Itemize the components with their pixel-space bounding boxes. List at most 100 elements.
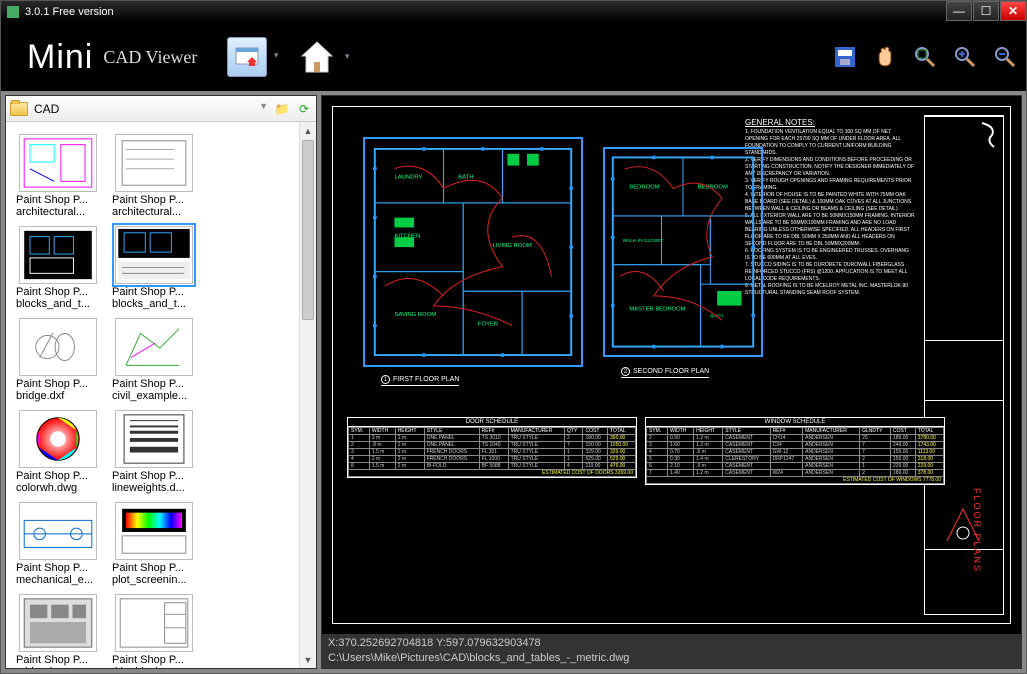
svg-text:WALK-IN CLOSET: WALK-IN CLOSET — [623, 238, 664, 244]
thumbnail-type: Paint Shop P... — [12, 286, 104, 298]
thumbnail-item[interactable]: Paint Shop P...blocks_and_t... — [12, 226, 104, 310]
thumbnail-grid: Paint Shop P...architectural...Paint Sho… — [6, 122, 316, 668]
file-browser: CAD ▼ 📁 ⟳ Paint Shop P...architectural..… — [5, 95, 317, 669]
door-schedule: DOOR SCHEDULE SYM.WIDTHHEIGHTSTYLEREF#MA… — [347, 417, 637, 478]
zoom-extents-icon[interactable] — [912, 44, 938, 70]
logo-main: Mini — [27, 38, 93, 77]
thumbnail-filename: title_block-an... — [108, 666, 200, 668]
general-notes: GENERAL NOTES: 1. FOUNDATION VENTILATION… — [745, 119, 915, 297]
up-folder-icon[interactable]: 📁 — [274, 101, 290, 117]
open-file-button[interactable]: ▾ — [227, 37, 267, 77]
folder-icon — [10, 102, 28, 116]
cad-canvas[interactable]: FLOOR PLANS GENERAL NOTES: 1. FOUNDATION… — [322, 96, 1021, 634]
thumbnail-filename: plot_screenin... — [108, 574, 200, 586]
scrollbar[interactable]: ▲ ▼ — [299, 122, 316, 668]
pan-hand-icon[interactable] — [872, 44, 898, 70]
thumbnail-filename: architectural... — [12, 206, 104, 218]
thumbnail-filename: blocks_and_t... — [108, 298, 200, 310]
thumbnail-item[interactable]: Paint Shop P...bridge.dxf — [12, 318, 104, 402]
status-bar: X:370.252692704818 Y:597.079632903478 C:… — [322, 634, 1021, 668]
thumbnail-preview — [115, 226, 193, 284]
thumbnail-filename: blocks_and_t... — [12, 298, 104, 310]
thumbnail-type: Paint Shop P... — [12, 470, 104, 482]
zoom-in-icon[interactable] — [952, 44, 978, 70]
zoom-out-icon[interactable] — [992, 44, 1018, 70]
current-folder: CAD — [34, 102, 59, 116]
cursor-coords: X:370.252692704818 Y:597.079632903478 — [328, 636, 1015, 651]
note-item: 4. INTERIOR OF HOUSE IS TO BE PAINTED WH… — [745, 192, 915, 213]
thumbnail-preview — [19, 594, 97, 652]
thumbnail-type: Paint Shop P... — [108, 286, 200, 298]
thumbnail-type: Paint Shop P... — [108, 562, 200, 574]
svg-text:SAVING ROOM: SAVING ROOM — [394, 312, 436, 318]
drawing-frame: FLOOR PLANS GENERAL NOTES: 1. FOUNDATION… — [332, 106, 1011, 624]
plan1-label: 1FIRST FLOOR PLAN — [381, 375, 459, 386]
scroll-down-icon[interactable]: ▼ — [300, 651, 316, 668]
note-item: 6. ROOFING SYSTEM IS TO BE ENGINEERED TR… — [745, 248, 915, 262]
note-item: 3. VERIFY ROUGH OPENINGS AND FRAMING REQ… — [745, 178, 915, 192]
svg-text:LIVING ROOM: LIVING ROOM — [493, 243, 532, 249]
thumbnail-type: Paint Shop P... — [108, 654, 200, 666]
svg-text:BATH: BATH — [458, 174, 473, 180]
thumbnail-item[interactable]: Paint Shop P...title_block-an... — [108, 594, 200, 668]
thumbnail-type: Paint Shop P... — [12, 654, 104, 666]
current-file-path: C:\Users\Mike\Pictures\CAD\blocks_and_ta… — [328, 651, 1015, 666]
title-block — [924, 115, 1004, 615]
minimize-button[interactable]: — — [946, 1, 972, 21]
scroll-thumb[interactable] — [302, 140, 314, 320]
thumbnail-preview — [115, 502, 193, 560]
thumbnail-preview — [19, 502, 97, 560]
note-item: 1. FOUNDATION VENTILATION EQUAL TO 300 S… — [745, 129, 915, 157]
logo-sub: CAD Viewer — [103, 47, 197, 68]
thumbnail-filename: colorwh.dwg — [12, 482, 104, 494]
window-title: 3.0.1 Free version — [25, 6, 114, 18]
thumbnail-type: Paint Shop P... — [108, 470, 200, 482]
thumbnail-preview — [115, 318, 193, 376]
thumbnail-preview — [115, 594, 193, 652]
thumbnail-item[interactable]: Paint Shop P...mechanical_e... — [12, 502, 104, 586]
thumbnail-item[interactable]: Paint Shop P...civil_example... — [108, 318, 200, 402]
cad-viewer: FLOOR PLANS GENERAL NOTES: 1. FOUNDATION… — [321, 95, 1022, 669]
thumbnail-item[interactable]: Paint Shop P...tablet.dwg — [12, 594, 104, 668]
thumbnail-preview — [19, 226, 97, 284]
thumbnail-filename: architectural... — [108, 206, 200, 218]
thumbnail-item[interactable]: Paint Shop P...architectural... — [108, 134, 200, 218]
note-item: 8. METAL ROOFING IS TO BE MCELROY METAL … — [745, 283, 915, 297]
save-icon[interactable] — [832, 44, 858, 70]
svg-text:FOYER: FOYER — [478, 322, 498, 328]
scroll-up-icon[interactable]: ▲ — [300, 122, 316, 139]
svg-text:MASTER BEDROOM: MASTER BEDROOM — [629, 307, 685, 313]
note-item: 5. ALL EXTERIOR WALL ARE TO BE 50MMX150M… — [745, 213, 915, 248]
titlebar: 3.0.1 Free version — ☐ ✕ — [1, 1, 1026, 23]
thumbnail-type: Paint Shop P... — [12, 194, 104, 206]
close-button[interactable]: ✕ — [1000, 1, 1026, 21]
thumbnail-filename: tablet.dwg — [12, 666, 104, 668]
thumbnail-type: Paint Shop P... — [12, 562, 104, 574]
svg-text:LAUNDRY: LAUNDRY — [394, 174, 422, 180]
svg-text:BEDROOM: BEDROOM — [629, 185, 659, 191]
plan2-label: 2SECOND FLOOR PLAN — [621, 367, 709, 378]
thumbnail-preview — [115, 134, 193, 192]
thumbnail-preview — [19, 410, 97, 468]
second-floor-plan: BEDROOM BEDROOM WALK-IN CLOSET MASTER BE… — [603, 147, 763, 357]
thumbnail-item[interactable]: Paint Shop P...plot_screenin... — [108, 502, 200, 586]
thumbnail-preview — [19, 318, 97, 376]
thumbnail-type: Paint Shop P... — [108, 194, 200, 206]
maximize-button[interactable]: ☐ — [973, 1, 999, 21]
app-icon — [7, 6, 19, 18]
first-floor-plan: LAUNDRY BATH KITCHEN LIVING ROOM SAVING … — [363, 137, 583, 367]
thumbnail-type: Paint Shop P... — [12, 378, 104, 390]
thumbnail-item[interactable]: Paint Shop P...architectural... — [12, 134, 104, 218]
thumbnail-item[interactable]: Paint Shop P...blocks_and_t... — [108, 226, 200, 310]
home-button[interactable]: ▾ — [297, 37, 337, 77]
thumbnail-type: Paint Shop P... — [108, 378, 200, 390]
path-bar: CAD ▼ 📁 ⟳ — [6, 96, 316, 122]
thumbnail-item[interactable]: Paint Shop P...lineweights.d... — [108, 410, 200, 494]
refresh-icon[interactable]: ⟳ — [296, 101, 312, 117]
thumbnail-filename: bridge.dxf — [12, 390, 104, 402]
note-item: 7. STUCCO SIDING IS TO BE DURORETE DUROW… — [745, 262, 915, 283]
thumbnail-item[interactable]: Paint Shop P...colorwh.dwg — [12, 410, 104, 494]
thumbnail-filename: mechanical_e... — [12, 574, 104, 586]
path-dropdown-icon[interactable]: ▼ — [259, 101, 268, 117]
main-toolbar: Mini CAD Viewer ▾ ▾ — [1, 23, 1026, 91]
